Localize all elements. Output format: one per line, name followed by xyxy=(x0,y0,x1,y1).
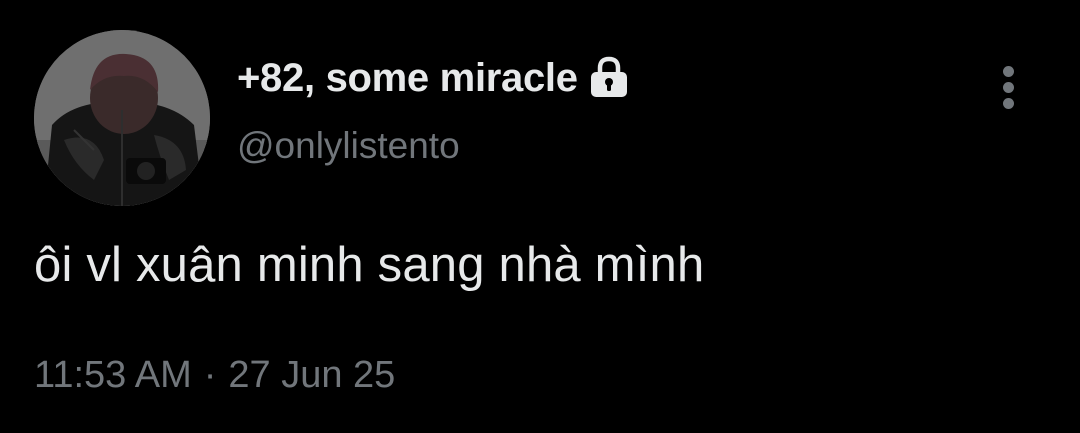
avatar[interactable] xyxy=(34,30,210,206)
vertical-ellipsis-icon xyxy=(1003,82,1014,93)
lock-icon xyxy=(586,55,632,99)
more-options-button[interactable] xyxy=(994,64,1024,110)
tweet-text: ôi vl xuân minh sang nhà mình xyxy=(34,238,705,292)
vertical-ellipsis-icon xyxy=(1003,98,1014,109)
tweet-timestamp[interactable]: 11:53 AM · 27 Jun 25 xyxy=(34,354,395,397)
tweet: +82, some miracle @onlylistento ôi vl xu… xyxy=(0,0,1080,433)
meta-separator: · xyxy=(203,354,217,396)
avatar-image xyxy=(34,30,210,206)
tweet-time: 11:53 AM xyxy=(34,354,192,396)
vertical-ellipsis-icon xyxy=(1003,66,1014,77)
author-name-row[interactable]: +82, some miracle xyxy=(237,50,632,106)
display-name[interactable]: +82, some miracle xyxy=(237,56,578,101)
tweet-date: 27 Jun 25 xyxy=(228,354,396,396)
author-handle[interactable]: @onlylistento xyxy=(237,125,460,167)
